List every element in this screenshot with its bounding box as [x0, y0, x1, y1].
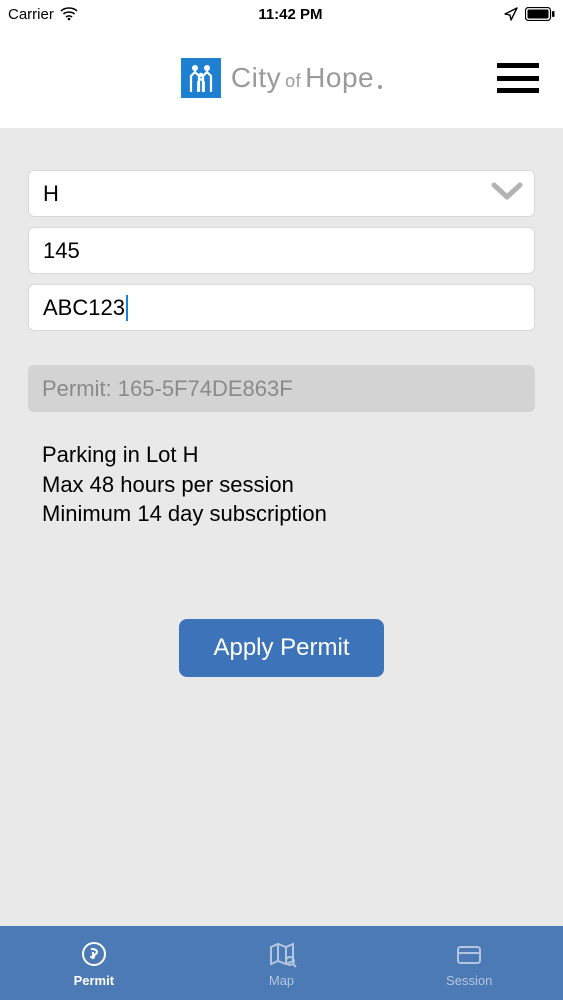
tab-bar: Permit Map Session [0, 926, 563, 1000]
space-input-wrapper [28, 227, 535, 274]
status-left: Carrier [8, 6, 78, 23]
tab-permit-label: Permit [74, 973, 114, 988]
tab-session-label: Session [446, 973, 492, 988]
status-time: 11:42 PM [258, 6, 322, 23]
apply-permit-button[interactable]: Apply Permit [179, 619, 383, 677]
logo-city: City [231, 62, 281, 94]
status-bar: Carrier 11:42 PM [0, 0, 563, 28]
permit-display: Permit: 165-5F74DE863F [28, 365, 535, 412]
info-text: Parking in Lot H Max 48 hours per sessio… [28, 440, 535, 529]
wifi-icon [60, 7, 78, 21]
menu-button[interactable] [497, 63, 539, 93]
lot-select-value: H [43, 181, 59, 207]
tab-permit[interactable]: Permit [0, 926, 188, 1000]
logo-dot-icon [378, 85, 382, 89]
permit-text: Permit: 165-5F74DE863F [42, 376, 293, 402]
logo: City of Hope [181, 58, 382, 98]
lot-select[interactable]: H [28, 170, 535, 217]
battery-icon [525, 7, 555, 21]
plate-input-wrapper: ABC123 [28, 284, 535, 331]
logo-hope: Hope [305, 62, 374, 94]
tab-map-label: Map [269, 973, 294, 988]
chevron-down-icon [490, 180, 524, 208]
logo-text: City of Hope [231, 62, 382, 94]
info-line-3: Minimum 14 day subscription [42, 499, 535, 529]
carrier-text: Carrier [8, 6, 54, 23]
tab-map[interactable]: Map [188, 926, 376, 1000]
space-input[interactable] [43, 238, 520, 264]
content-area: H ABC123 Permit: 165-5F74DE863F Parking … [0, 128, 563, 926]
logo-mark-icon [181, 58, 221, 98]
tab-session[interactable]: Session [375, 926, 563, 1000]
app-header: City of Hope [0, 28, 563, 128]
status-right [503, 6, 555, 22]
logo-of: of [285, 71, 301, 92]
info-line-2: Max 48 hours per session [42, 470, 535, 500]
info-line-1: Parking in Lot H [42, 440, 535, 470]
location-arrow-icon [503, 6, 519, 22]
